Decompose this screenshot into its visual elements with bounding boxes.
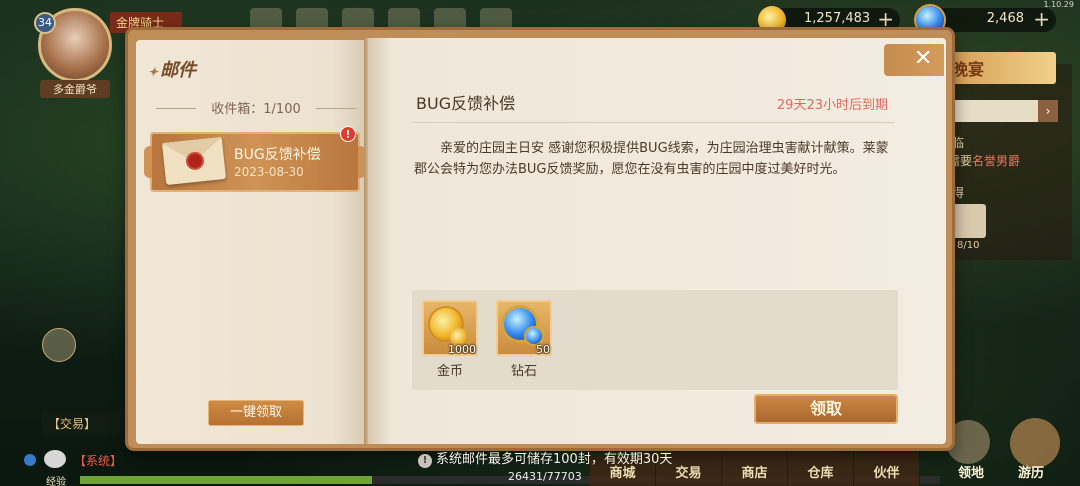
side-text-2: 需要名誉男爵	[948, 152, 1020, 169]
reward-item-diamond[interactable]: 50 钻石	[496, 300, 552, 379]
diamond-small-icon	[526, 328, 542, 344]
side-item-count: 8/10	[957, 240, 980, 251]
arrow-right-icon[interactable]: ›	[1038, 100, 1058, 122]
reward-slot: 1000	[422, 300, 478, 356]
player-level-badge: 34	[34, 12, 56, 34]
travel-label: 游历	[1018, 466, 1045, 481]
reward-item-gold[interactable]: 1000 金币	[422, 300, 478, 379]
side-text-3: 得	[952, 186, 965, 200]
exp-label: 经验	[46, 477, 66, 486]
mail-footer-text: 系统邮件最多可储存100封，有效期30天	[436, 452, 673, 467]
envelope-icon	[161, 136, 227, 186]
claim-button[interactable]: 领取	[754, 394, 898, 424]
system-chat-prefix: 【系统】	[74, 454, 123, 468]
mail-expire-time: 29天23小时后到期	[776, 98, 888, 113]
mail-dialog-title: 邮件	[148, 56, 196, 82]
diamond-amount: 2,468	[986, 11, 1024, 26]
mail-list-item[interactable]: BUG反馈补偿 2023-08-30 !	[144, 126, 366, 192]
territory-label: 领地	[958, 466, 985, 481]
reward-slot: 50	[496, 300, 552, 356]
side-item-slot[interactable]	[952, 204, 986, 238]
add-gold-icon[interactable]: +	[877, 7, 894, 31]
player-name: 多金爵爷	[40, 80, 110, 98]
inbox-counter: 收件箱：1/100	[156, 98, 356, 118]
close-icon: ✕	[914, 46, 933, 71]
nav-store[interactable]: 商店	[722, 452, 788, 486]
nav-warehouse[interactable]: 仓库	[788, 452, 854, 486]
banquet-banner-label: 晚宴	[952, 60, 985, 79]
system-chat-line: 【系统】	[24, 452, 444, 469]
claim-all-button[interactable]: 一键领取	[208, 400, 304, 426]
mail-list-panel: 邮件 收件箱：1/100 BUG反馈补偿 2023-08-30 ! 一键领取	[136, 40, 366, 444]
mail-detail-title: BUG反馈补偿	[416, 94, 516, 113]
territory-icon[interactable]	[946, 420, 990, 464]
side-text-1: 临	[952, 136, 965, 150]
banquet-banner[interactable]: 晚宴	[946, 52, 1056, 84]
mail-body-text: 亲爱的庄园主日安 感谢您积极提供BUG线索，为庄园治理虫害献计献策。莱蒙郡公会特…	[414, 141, 889, 177]
mail-item-title: BUG反馈补偿	[234, 147, 321, 163]
exp-text: 26431/77703	[508, 470, 582, 483]
reward-panel: 1000 金币 50 钻石	[412, 290, 898, 390]
reward-quantity: 50	[536, 343, 550, 356]
add-diamond-icon[interactable]: +	[1033, 7, 1050, 31]
travel-icon[interactable]	[1010, 418, 1060, 468]
nav-partners[interactable]: 伙伴	[854, 452, 920, 486]
inbox-counter-label: 收件箱：1/100	[211, 102, 301, 117]
exp-bar-fill	[80, 476, 373, 484]
side-text-2-highlight: 名誉男爵	[972, 154, 1021, 168]
mail-footer-note: ! 系统邮件最多可储存100封，有效期30天	[418, 448, 672, 468]
reward-name: 钻石	[510, 364, 537, 379]
gold-resource: 1,257,483 +	[758, 6, 900, 34]
reward-name: 金币	[436, 364, 463, 379]
chat-avatar-icon[interactable]	[42, 328, 76, 362]
mail-dialog: 邮件 收件箱：1/100 BUG反馈补偿 2023-08-30 ! 一键领取 B…	[128, 30, 952, 448]
info-icon: !	[418, 454, 432, 468]
close-button[interactable]: ✕	[884, 44, 944, 76]
mail-detail-panel: BUG反馈补偿 29天23小时后到期 亲爱的庄园主日安 感谢您积极提供BUG线索…	[368, 38, 946, 444]
trade-channel-tag[interactable]: 【交易】	[42, 412, 128, 434]
reward-quantity: 1000	[448, 343, 476, 356]
unread-alert-icon: !	[340, 126, 356, 142]
divider	[412, 122, 894, 123]
gold-amount: 1,257,483	[804, 11, 871, 26]
mail-item-date: 2023-08-30	[234, 165, 304, 179]
diamond-resource: 2,468 +	[916, 6, 1056, 34]
side-search-field[interactable]: ›	[952, 100, 1058, 122]
wax-seal-icon	[187, 153, 203, 169]
